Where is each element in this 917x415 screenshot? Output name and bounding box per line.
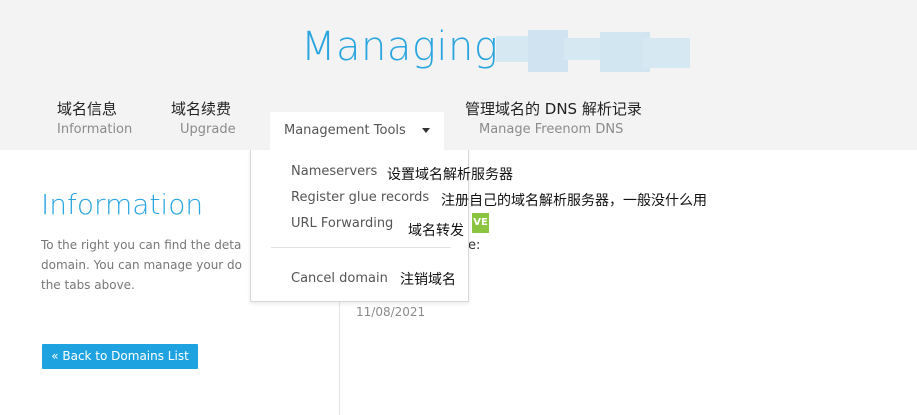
section-title: Information — [41, 188, 204, 221]
annotation-url-forwarding: 域名转发 — [408, 223, 464, 239]
annotation-glue-records: 注册自己的域名解析服务器，一般没什么用 — [441, 193, 707, 209]
back-to-domains-button[interactable]: « Back to Domains List — [42, 344, 198, 369]
tab-management-tools-label: Management Tools — [284, 123, 406, 138]
tab-upgrade-label: Upgrade — [180, 122, 236, 137]
menu-item-register-glue-records[interactable]: Register glue records — [291, 190, 429, 205]
page-title: Managing — [301, 24, 499, 70]
tab-upgrade[interactable]: 域名续费 Upgrade — [171, 98, 251, 142]
status-badge: VE — [472, 213, 489, 233]
tab-manage-dns-label: Manage Freenom DNS — [479, 122, 624, 137]
tab-information-note: 域名信息 — [57, 100, 118, 118]
annotation-cancel-domain: 注销域名 — [400, 272, 456, 288]
page-header: Managing 域名信息 Information 域名续费 Upgrade M… — [0, 0, 917, 150]
caret-down-icon — [422, 128, 430, 133]
menu-divider — [271, 247, 451, 248]
description-line: domain. You can manage your do — [41, 258, 243, 272]
redacted-domain-name — [492, 28, 692, 76]
section-description: To the right you can find the deta domai… — [41, 235, 256, 305]
detail-date: 11/08/2021 — [356, 305, 426, 319]
annotation-nameservers: 设置域名解析服务器 — [387, 167, 513, 183]
tab-information[interactable]: 域名信息 Information — [57, 98, 147, 142]
description-line: the tabs above. — [41, 278, 135, 292]
description-line: To the right you can find the deta — [41, 238, 242, 252]
tab-manage-dns-note: 管理域名的 DNS 解析记录 — [465, 100, 642, 118]
menu-item-cancel-domain[interactable]: Cancel domain — [291, 271, 388, 286]
tab-management-tools[interactable]: Management Tools — [270, 112, 444, 150]
tab-upgrade-note: 域名续费 — [171, 100, 232, 118]
tab-information-label: Information — [57, 122, 133, 137]
menu-item-nameservers[interactable]: Nameservers — [291, 164, 377, 179]
menu-item-url-forwarding[interactable]: URL Forwarding — [291, 216, 393, 231]
tab-manage-dns[interactable]: 管理域名的 DNS 解析记录 Manage Freenom DNS — [465, 98, 665, 142]
detail-label-partial: e: — [468, 238, 481, 253]
